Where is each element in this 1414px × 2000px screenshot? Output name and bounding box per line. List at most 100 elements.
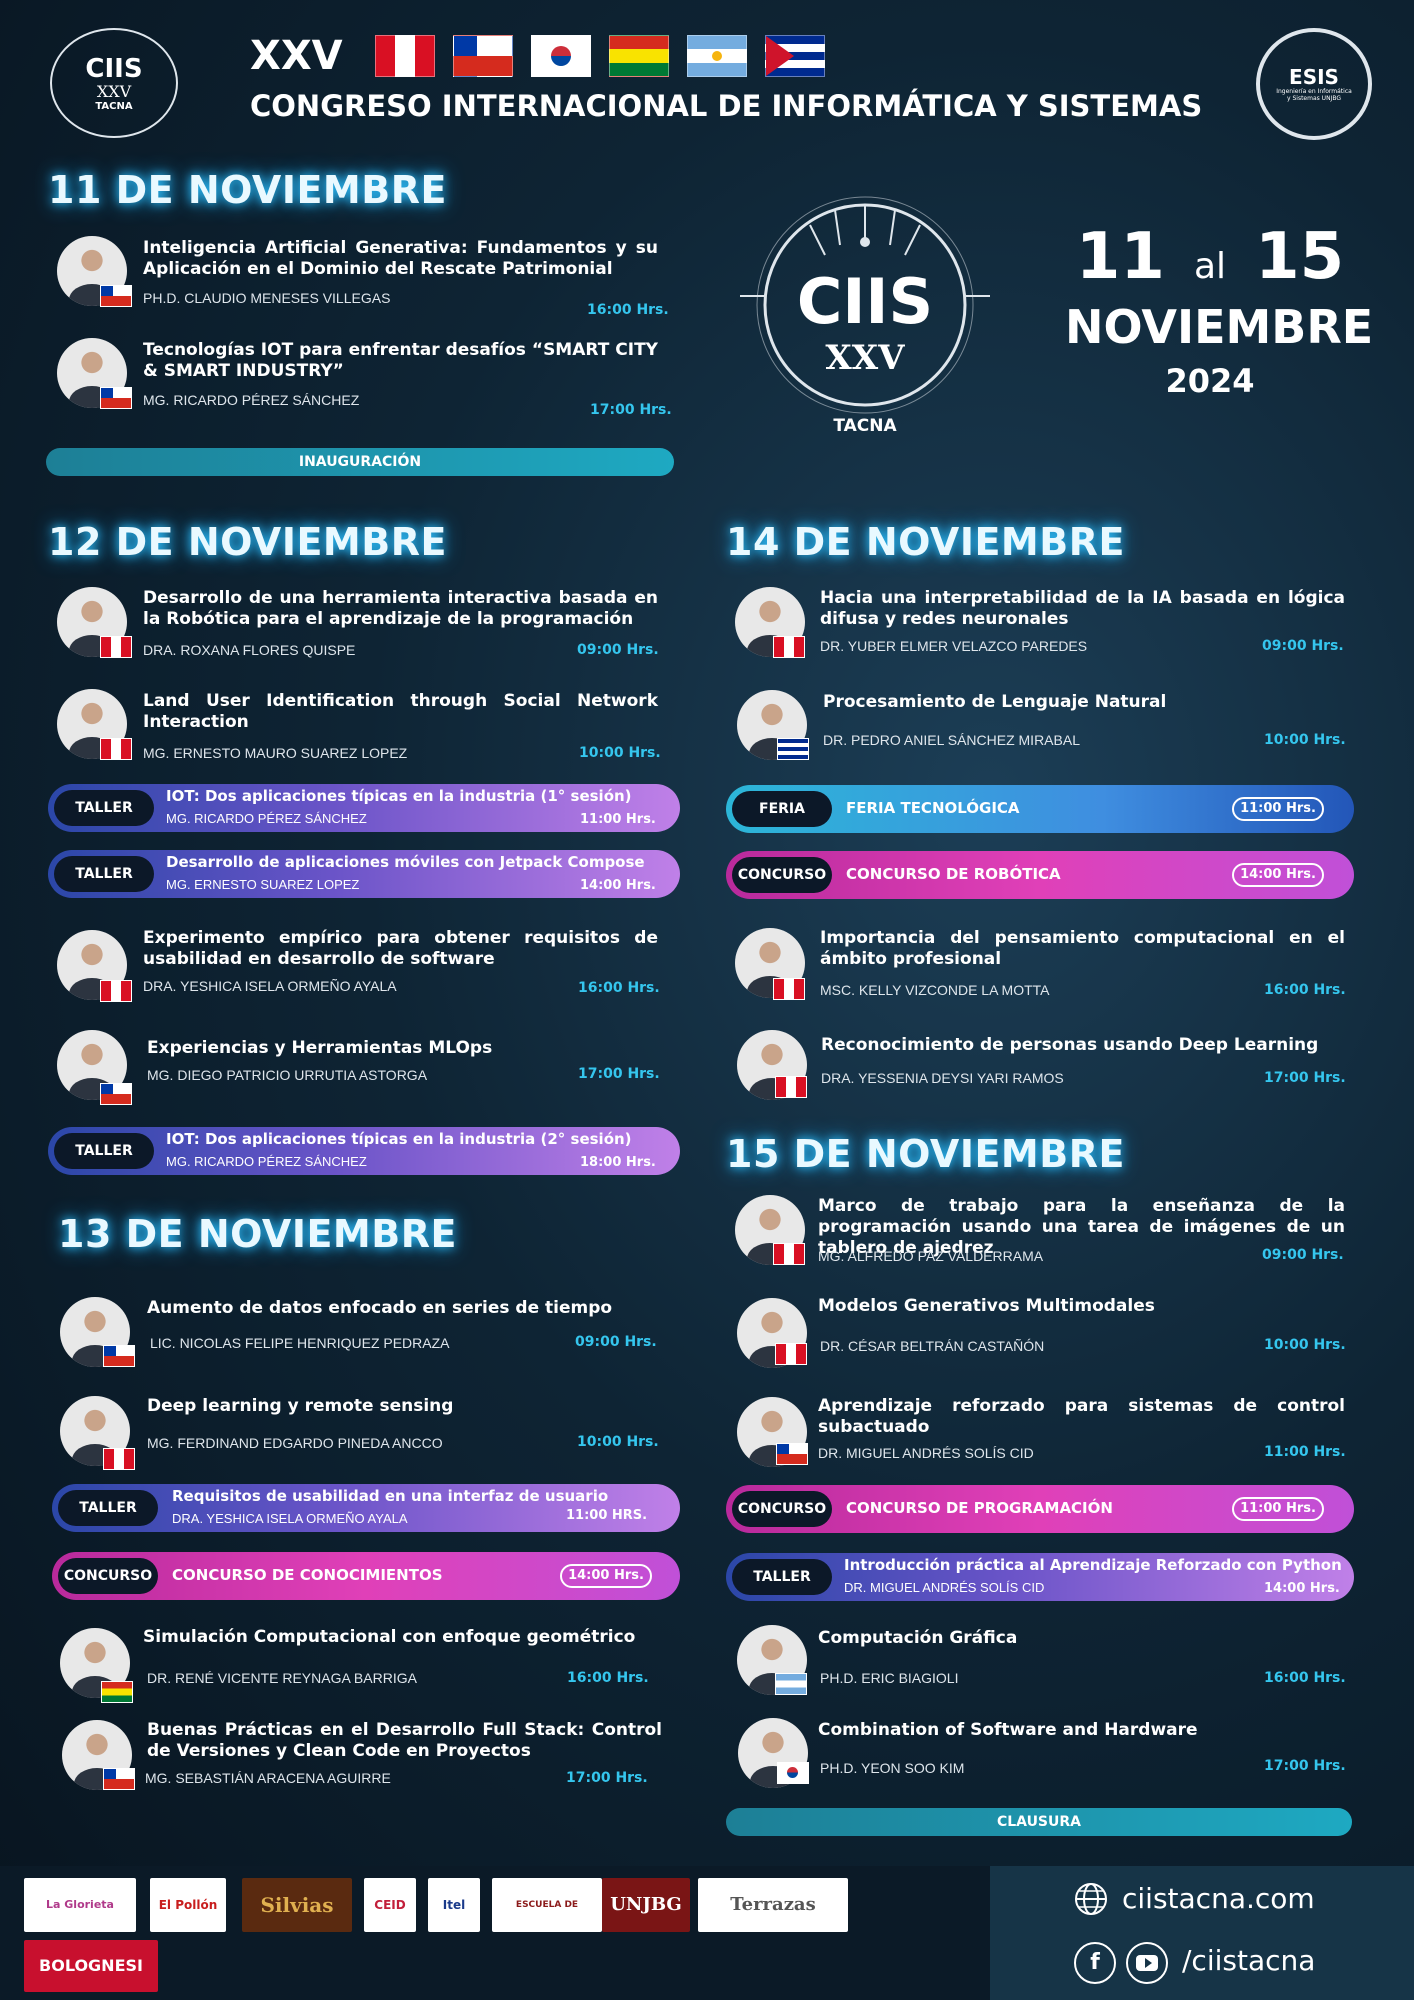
speaker-name: PH.D. YEON SOO KIM bbox=[820, 1760, 965, 1776]
chile-flag-icon bbox=[103, 1345, 135, 1367]
chile-flag-icon bbox=[100, 1083, 132, 1105]
esis-logo-sub: Ingeniería en Informática y Sistemas UNJ… bbox=[1276, 88, 1352, 102]
talk-time: 16:00 Hrs. bbox=[1264, 1670, 1346, 1686]
korea-flag-icon bbox=[531, 35, 591, 77]
speaker-name: LIC. NICOLAS FELIPE HENRIQUEZ PEDRAZA bbox=[150, 1335, 450, 1351]
speaker-name: PH.D. CLAUDIO MENESES VILLEGAS bbox=[143, 290, 391, 306]
peru-flag-icon bbox=[375, 35, 435, 77]
talk-title: Desarrollo de una herramienta interactiv… bbox=[143, 588, 658, 629]
ciis-logo-title: CIIS bbox=[85, 53, 143, 84]
speaker-name: MG. ERNESTO MAURO SUAREZ LOPEZ bbox=[143, 745, 408, 761]
speaker-name: DRA. YESHICA ISELA ORMEÑO AYALA bbox=[143, 978, 397, 994]
talk-time: 11:00 Hrs. bbox=[1264, 1444, 1346, 1460]
ciis-logo: CIIS XXV TACNA bbox=[50, 28, 178, 138]
argentina-flag-icon bbox=[687, 35, 747, 77]
talk-time: 10:00 Hrs. bbox=[577, 1434, 659, 1450]
taller-pill: TALLER IOT: Dos aplicaciones típicas en … bbox=[48, 1127, 680, 1175]
speaker-name: MG. ALFREDO PAZ VALDERRAMA bbox=[818, 1248, 1044, 1264]
pill-time: 11:00 Hrs. bbox=[1232, 1497, 1324, 1521]
speaker-name: MSC. KELLY VIZCONDE LA MOTTA bbox=[820, 982, 1050, 998]
day12-title: 12 DE NOVIEMBRE bbox=[48, 520, 447, 564]
talk-time: 16:00 Hrs. bbox=[1264, 982, 1346, 998]
date-from: 11 bbox=[1075, 220, 1165, 294]
sponsor-logo: UNJBG bbox=[602, 1878, 690, 1932]
pill-time: 11:00 Hrs. bbox=[1232, 797, 1324, 821]
talk-title: Inteligencia Artificial Generativa: Fund… bbox=[143, 238, 658, 279]
website-link[interactable]: ciistacna.com bbox=[1122, 1882, 1315, 1915]
talk-title: Tecnologías IOT para enfrentar desafíos … bbox=[143, 340, 658, 381]
peru-flag-icon bbox=[103, 1448, 135, 1470]
argentina-flag-icon bbox=[775, 1673, 807, 1695]
footer: La Glorieta Tacneña El Pollón Silvias CE… bbox=[0, 1866, 1414, 2000]
date-range: 11 al 15 bbox=[1075, 220, 1345, 294]
speaker-name: MG. FERDINAND EDGARDO PINEDA ANCCO bbox=[147, 1435, 443, 1451]
pill-time: 14:00 Hrs. bbox=[560, 1564, 652, 1588]
taller-pill: TALLER Desarrollo de aplicaciones móvile… bbox=[48, 850, 680, 898]
peru-flag-icon bbox=[775, 1076, 807, 1098]
pill-tag: TALLER bbox=[58, 1490, 158, 1526]
speaker-name: MG. RICARDO PÉREZ SÁNCHEZ bbox=[143, 392, 360, 408]
pill-title: CONCURSO DE PROGRAMACIÓN bbox=[846, 1499, 1113, 1517]
chile-flag-icon bbox=[100, 285, 132, 307]
speaker-name: MG. SEBASTIÁN ARACENA AGUIRRE bbox=[145, 1770, 391, 1786]
talk-title: Land User Identification through Social … bbox=[143, 691, 658, 732]
concurso-pill: CONCURSO CONCURSO DE CONOCIMIENTOS 14:00… bbox=[52, 1552, 680, 1600]
peru-flag-icon bbox=[773, 978, 805, 1000]
taller-pill: TALLER Requisitos de usabilidad en una i… bbox=[52, 1484, 680, 1532]
talk-time: 09:00 Hrs. bbox=[577, 642, 659, 658]
day15-title: 15 DE NOVIEMBRE bbox=[726, 1132, 1125, 1176]
date-al: al bbox=[1193, 246, 1227, 287]
talk-time: 09:00 Hrs. bbox=[575, 1334, 657, 1350]
talk-time: 17:00 Hrs. bbox=[1264, 1070, 1346, 1086]
talk-title: Buenas Prácticas en el Desarrollo Full S… bbox=[147, 1720, 662, 1761]
pill-title: IOT: Dos aplicaciones típicas en la indu… bbox=[166, 1130, 632, 1148]
pill-sub: DR. MIGUEL ANDRÉS SOLÍS CID bbox=[844, 1580, 1045, 1595]
pill-sub: MG. RICARDO PÉREZ SÁNCHEZ bbox=[166, 811, 367, 826]
date-year: 2024 bbox=[1165, 362, 1255, 400]
pill-title: Requisitos de usabilidad en una interfaz… bbox=[172, 1487, 609, 1505]
social-panel: ciistacna.com f /ciistacna bbox=[990, 1866, 1414, 2000]
talk-title: Experiencias y Herramientas MLOps bbox=[147, 1038, 493, 1058]
taller-pill: TALLER Introducción práctica al Aprendiz… bbox=[726, 1553, 1354, 1601]
concurso-pill: CONCURSO CONCURSO DE ROBÓTICA 14:00 Hrs. bbox=[726, 851, 1354, 899]
youtube-icon[interactable] bbox=[1126, 1942, 1168, 1984]
taller-pill: TALLER IOT: Dos aplicaciones típicas en … bbox=[48, 784, 680, 832]
talk-time: 10:00 Hrs. bbox=[1264, 732, 1346, 748]
peru-flag-icon bbox=[773, 636, 805, 658]
talk-time: 16:00 Hrs. bbox=[567, 1670, 649, 1686]
sponsor-logo: CEID bbox=[364, 1878, 416, 1932]
talk-time: 10:00 Hrs. bbox=[579, 745, 661, 761]
congress-title: CONGRESO INTERNACIONAL DE INFORMÁTICA Y … bbox=[250, 89, 1203, 123]
speaker-name: DR. CÉSAR BELTRÁN CASTAÑÓN bbox=[820, 1338, 1045, 1354]
talk-time: 10:00 Hrs. bbox=[1264, 1337, 1346, 1353]
pill-time: 11:00 HRS. bbox=[566, 1508, 648, 1523]
talk-title: Computación Gráfica bbox=[818, 1628, 1018, 1648]
congress-roman-numeral: XXV bbox=[250, 33, 343, 79]
chile-flag-icon bbox=[103, 1768, 135, 1790]
sponsor-logo: ESCUELA DE POSGRADO bbox=[492, 1878, 602, 1932]
talk-title: Simulación Computacional con enfoque geo… bbox=[143, 1627, 636, 1647]
pill-title: IOT: Dos aplicaciones típicas en la indu… bbox=[166, 787, 632, 805]
talk-title: Reconocimiento de personas usando Deep L… bbox=[821, 1035, 1319, 1055]
peru-flag-icon bbox=[773, 1243, 805, 1265]
sponsor-logo: Silvias bbox=[242, 1878, 352, 1932]
pill-time: 14:00 Hrs. bbox=[580, 878, 656, 893]
chile-flag-icon bbox=[776, 1443, 808, 1465]
speaker-name: DR. PEDRO ANIEL SÁNCHEZ MIRABAL bbox=[823, 732, 1080, 748]
talk-title: Aumento de datos enfocado en series de t… bbox=[147, 1298, 613, 1318]
day14-title: 14 DE NOVIEMBRE bbox=[726, 520, 1125, 564]
peru-flag-icon bbox=[100, 636, 132, 658]
facebook-icon[interactable]: f bbox=[1074, 1942, 1116, 1984]
pill-tag: FERIA bbox=[732, 791, 832, 827]
pill-tag: TALLER bbox=[54, 1133, 154, 1169]
pill-tag: TALLER bbox=[54, 856, 154, 892]
social-handle[interactable]: /ciistacna bbox=[1182, 1944, 1315, 1977]
sponsor-logo: El Pollón bbox=[150, 1878, 226, 1932]
esis-logo: ESIS Ingeniería en Informática y Sistema… bbox=[1256, 28, 1372, 140]
talk-title: Importancia del pensamiento computaciona… bbox=[820, 928, 1345, 969]
talk-time: 09:00 Hrs. bbox=[1262, 1247, 1344, 1263]
speaker-name: DRA. ROXANA FLORES QUISPE bbox=[143, 642, 356, 658]
day11-title: 11 DE NOVIEMBRE bbox=[48, 168, 447, 212]
pill-sub: DRA. YESHICA ISELA ORMEÑO AYALA bbox=[172, 1511, 408, 1526]
bolivia-flag-icon bbox=[609, 35, 669, 77]
